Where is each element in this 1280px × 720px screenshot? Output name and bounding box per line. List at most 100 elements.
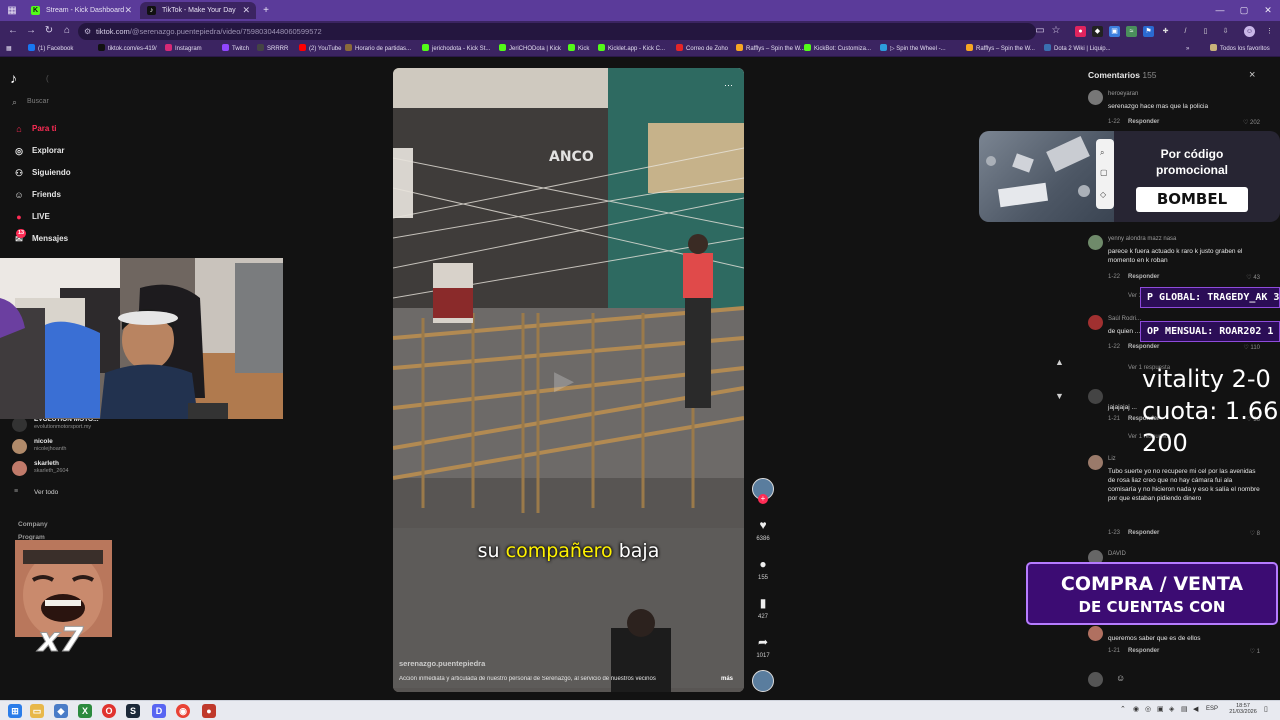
emoji-icon[interactable]: ☺ bbox=[1116, 673, 1125, 683]
maximize-button[interactable]: ▢ bbox=[1232, 2, 1256, 19]
comment-likes[interactable]: ♡ 8 bbox=[1250, 530, 1260, 537]
menu-kebab-icon[interactable]: ⋮ bbox=[1264, 26, 1275, 37]
extension-icon[interactable]: ≈ bbox=[1126, 26, 1137, 37]
home-button-icon[interactable]: ⌂ bbox=[60, 24, 74, 38]
bookmark-item[interactable]: Rafflys – Spin the W... bbox=[966, 43, 1035, 56]
play-icon[interactable]: ▶ bbox=[554, 365, 574, 396]
forward-icon[interactable]: → bbox=[24, 24, 38, 38]
video-author[interactable]: serenazgo.puentepiedra bbox=[399, 659, 485, 668]
apps-grid-icon[interactable]: ▦ bbox=[6, 43, 12, 56]
bookmark-item[interactable]: tiktok.com/es-419/ bbox=[98, 43, 157, 56]
minimize-button[interactable]: — bbox=[1208, 2, 1232, 19]
bookmark-item[interactable]: ▷ Spin the Wheel -... bbox=[880, 43, 946, 56]
bookmark-item[interactable]: Kicklet.app - Kick C... bbox=[598, 43, 665, 56]
app-icon[interactable]: ◆ bbox=[54, 704, 68, 718]
reply-button[interactable]: Responder bbox=[1128, 344, 1159, 350]
avatar[interactable] bbox=[1088, 90, 1103, 105]
reply-button[interactable]: Responder bbox=[1128, 119, 1159, 125]
extension-icon[interactable]: ◆ bbox=[1092, 26, 1103, 37]
discord-icon[interactable]: D bbox=[152, 704, 166, 718]
avatar[interactable] bbox=[1088, 315, 1103, 330]
edit-icon[interactable]: / bbox=[1180, 26, 1191, 37]
side-panel-icon[interactable]: ▯ bbox=[1200, 26, 1211, 37]
search-input[interactable]: Buscar bbox=[27, 98, 49, 105]
volume-icon[interactable]: ◀ bbox=[1193, 705, 1198, 713]
bookmark-item[interactable]: JeriCHODota | Kick bbox=[499, 43, 561, 56]
back-icon[interactable]: ← bbox=[6, 24, 20, 38]
comment-likes[interactable]: ♡ 110 bbox=[1243, 344, 1260, 351]
share-button[interactable]: ➦ 1017 bbox=[752, 635, 774, 659]
tiktok-logo-icon[interactable]: ♪ bbox=[10, 70, 17, 86]
reload-icon[interactable]: ↻ bbox=[42, 24, 56, 38]
close-window-button[interactable]: ✕ bbox=[1256, 2, 1280, 19]
excel-icon[interactable]: X bbox=[78, 704, 92, 718]
bookmark-star-icon[interactable]: ☆ bbox=[1049, 24, 1063, 38]
new-tab-button[interactable]: + bbox=[258, 3, 274, 18]
save-button[interactable]: ▮ 427 bbox=[752, 596, 774, 620]
avatar[interactable] bbox=[1088, 389, 1103, 404]
app-icon[interactable]: ● bbox=[202, 704, 216, 718]
footer-company[interactable]: Company bbox=[18, 521, 48, 528]
windows-start-icon[interactable]: ⊞ bbox=[8, 704, 22, 718]
address-bar[interactable]: ⚙ tiktok.com/@serenazgo.puentepiedra/vid… bbox=[78, 23, 1036, 40]
bookmarks-more-button[interactable]: » bbox=[1186, 43, 1189, 56]
network-icon[interactable]: ▤ bbox=[1181, 705, 1188, 713]
clock[interactable]: 18:57 21/03/2026 bbox=[1228, 703, 1258, 715]
language-indicator[interactable]: ESP bbox=[1206, 706, 1218, 712]
tray-app-icon[interactable]: ◎ bbox=[1145, 705, 1151, 713]
all-bookmarks-button[interactable]: Todos los favoritos bbox=[1210, 43, 1270, 56]
extensions-puzzle-icon[interactable]: ✚ bbox=[1160, 26, 1171, 37]
bookmark-item[interactable]: (2) YouTube bbox=[299, 43, 341, 56]
reply-button[interactable]: Responder bbox=[1128, 648, 1159, 654]
comment-likes[interactable]: ♡ 43 bbox=[1246, 274, 1260, 281]
bookmark-item[interactable]: (1) Facebook bbox=[28, 43, 73, 56]
close-comments-icon[interactable]: × bbox=[1249, 69, 1255, 81]
bookmark-item[interactable]: SRRRR bbox=[257, 43, 288, 56]
tray-app-icon[interactable]: ◉ bbox=[1133, 705, 1139, 713]
next-video-icon[interactable]: ▼ bbox=[1055, 391, 1064, 401]
comment-likes[interactable]: ♡ 202 bbox=[1243, 119, 1260, 126]
music-disc[interactable] bbox=[752, 670, 774, 692]
tab-kick-dashboard[interactable]: K Stream - Kick Dashboard ✕ bbox=[24, 2, 138, 19]
bookmark-item[interactable]: jerichodota - Kick St... bbox=[422, 43, 490, 56]
reply-button[interactable]: Responder bbox=[1128, 530, 1159, 536]
site-info-icon[interactable]: ⚙ bbox=[84, 23, 91, 40]
steam-icon[interactable]: S bbox=[126, 704, 140, 718]
previous-video-icon[interactable]: ▲ bbox=[1055, 357, 1064, 367]
bookmark-item[interactable]: Dota 2 Wiki | Liquip... bbox=[1044, 43, 1111, 56]
bookmark-item[interactable]: Instagram bbox=[165, 43, 202, 56]
reply-button[interactable]: Responder bbox=[1128, 274, 1159, 280]
comment-likes[interactable]: ♡ 1 bbox=[1250, 648, 1260, 655]
tray-app-icon[interactable]: ◈ bbox=[1169, 705, 1174, 713]
bookmark-item[interactable]: Kick bbox=[568, 43, 589, 56]
author-avatar[interactable]: + bbox=[752, 478, 774, 504]
close-tab-icon[interactable]: ✕ bbox=[242, 2, 250, 19]
avatar[interactable] bbox=[1088, 235, 1103, 250]
cast-icon[interactable]: ▭ bbox=[1033, 24, 1047, 38]
opera-icon[interactable]: O bbox=[102, 704, 116, 718]
tray-app-icon[interactable]: ▣ bbox=[1157, 705, 1164, 713]
downloads-icon[interactable]: ⇩ bbox=[1220, 26, 1231, 37]
tab-tiktok[interactable]: ♪ TikTok - Make Your Day ✕ bbox=[140, 2, 256, 19]
file-explorer-icon[interactable]: ▭ bbox=[30, 704, 44, 718]
comment-button[interactable]: ● 155 bbox=[752, 557, 774, 581]
avatar[interactable] bbox=[1088, 626, 1103, 641]
avatar[interactable] bbox=[1088, 455, 1103, 470]
extension-icon[interactable]: ▣ bbox=[1109, 26, 1120, 37]
notifications-icon[interactable]: ▯ bbox=[1264, 705, 1268, 713]
bookmark-item[interactable]: Rafflys – Spin the W... bbox=[736, 43, 805, 56]
more-link[interactable]: más bbox=[721, 676, 733, 682]
profile-avatar-icon[interactable]: ☺ bbox=[1244, 26, 1255, 37]
like-button[interactable]: ♥ 6386 bbox=[752, 518, 774, 542]
video-options-icon[interactable]: ⋯ bbox=[724, 80, 733, 91]
bookmark-item[interactable]: Correo de Zoho bbox=[676, 43, 728, 56]
see-all-link[interactable]: Ver todo bbox=[34, 489, 58, 496]
close-tab-icon[interactable]: ✕ bbox=[124, 2, 132, 19]
follow-plus-icon[interactable]: + bbox=[758, 494, 768, 504]
extension-icon[interactable]: ● bbox=[1075, 26, 1086, 37]
bookmark-item[interactable]: Horario de partidas... bbox=[345, 43, 411, 56]
extension-icon[interactable]: ⚑ bbox=[1143, 26, 1154, 37]
bookmark-item[interactable]: KickBot: Customiza... bbox=[804, 43, 871, 56]
tab-search-icon[interactable]: ▦ bbox=[4, 3, 20, 18]
bookmark-item[interactable]: Twitch bbox=[222, 43, 249, 56]
